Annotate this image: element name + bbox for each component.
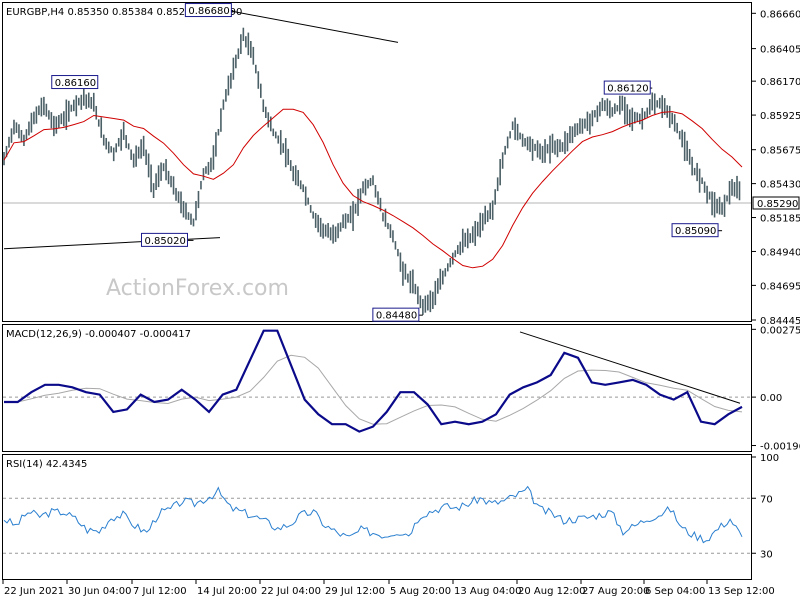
macd-tick-label: 0.00 [760, 393, 782, 404]
time-tick-label: 5 Aug 20:00 [390, 586, 451, 597]
resistance-trendline [227, 10, 399, 43]
macd-line [4, 329, 743, 433]
price-tick-label: 0.86170 [760, 77, 800, 88]
time-tick-label: 30 Jun 04:00 [68, 586, 132, 597]
ma-line [3, 108, 743, 269]
annotation-label: 0.86680 [188, 6, 229, 17]
annotation-label: 0.84480 [376, 311, 417, 322]
macd-axis: 0.002755 0.00 -0.001968 [752, 325, 800, 453]
annotation-label: 0.85090 [675, 226, 716, 237]
price-tick-label: 0.84940 [760, 247, 800, 258]
chart-root: EURGBP,H4 0.85350 0.85384 0.85286 0.8529… [0, 0, 800, 600]
time-tick-label: 6 Sep 04:00 [645, 586, 705, 597]
macd-trendline [519, 331, 741, 404]
price-tick-label: 0.86660 [760, 9, 800, 20]
time-tick-label: 27 Aug 20:00 [582, 586, 649, 597]
macd-header: MACD(12,26,9) -0.000407 -0.000417 [6, 329, 191, 340]
rsi-header: RSI(14) 42.4345 [6, 459, 87, 470]
time-tick-label: 29 Jul 12:00 [325, 586, 385, 597]
price-tick-label: 0.85675 [760, 146, 800, 157]
chart-canvas: EURGBP,H4 0.85350 0.85384 0.85286 0.8529… [2, 2, 800, 597]
price-pane [2, 2, 752, 322]
time-tick-label: 13 Aug 04:00 [454, 586, 521, 597]
price-tick-label: 0.86405 [760, 45, 800, 56]
time-tick-label: 13 Sep 12:00 [708, 586, 775, 597]
rsi-tick-label: 30 [760, 549, 773, 560]
rsi-axis: 100 70 30 [752, 453, 779, 560]
rsi-lines [3, 485, 751, 554]
time-tick-label: 22 Jul 04:00 [261, 586, 321, 597]
time-axis: 22 Jun 2021 30 Jun 04:00 7 Jul 12:00 14 Jul… [2, 580, 775, 597]
rsi-pane [2, 454, 752, 580]
macd-signal-line [4, 354, 743, 425]
watermark: ActionForex.com [106, 276, 289, 301]
rsi-tick-label: 70 [760, 494, 773, 505]
price-annotations: 0.86680 0.86160 0.85020 0.84480 0.86120 0.850… [51, 3, 723, 322]
moving-average [3, 108, 743, 269]
trendlines [3, 10, 399, 250]
price-tick-label: 0.85430 [760, 180, 800, 191]
price-axis: 0.86660 0.86405 0.86170 0.85925 0.85675 0.854… [752, 9, 800, 327]
time-tick-label: 20 Aug 12:00 [518, 586, 585, 597]
rsi-tick-label: 100 [760, 453, 779, 464]
price-tick-label: 0.85185 [760, 214, 800, 225]
macd-pane [2, 324, 752, 452]
time-tick-label: 22 Jun 2021 [4, 586, 64, 597]
price-tick-label: 0.85925 [760, 111, 800, 122]
time-tick-label: 7 Jul 12:00 [133, 586, 187, 597]
macd-lines [3, 329, 751, 433]
time-tick-label: 14 Jul 20:00 [197, 586, 257, 597]
annotation-label: 0.86120 [607, 84, 648, 95]
current-price-label: 0.85290 [757, 199, 798, 210]
macd-tick-label: 0.002755 [760, 325, 800, 336]
price-tick-label: 0.84695 [760, 281, 800, 292]
annotation-label: 0.86160 [55, 78, 96, 89]
annotation-label: 0.85020 [144, 236, 185, 247]
rsi-line [3, 485, 743, 544]
macd-tick-label: -0.001968 [760, 442, 800, 453]
price-bars [3, 27, 741, 315]
